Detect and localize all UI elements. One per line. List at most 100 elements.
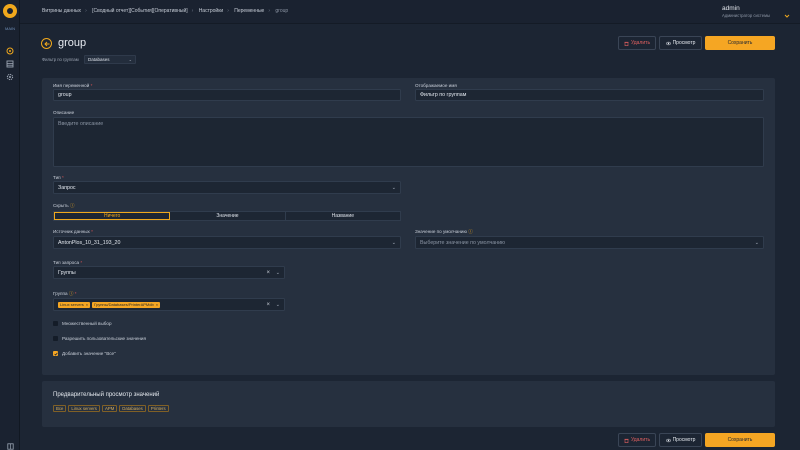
custom-values-label: Разрешить пользовательские значения <box>62 336 146 341</box>
remove-tag-icon[interactable]: × <box>86 302 88 307</box>
custom-values-checkbox[interactable]: Разрешить пользовательские значения <box>53 336 146 341</box>
sidebar-section-tag: MAIN <box>5 26 15 31</box>
multi-select-checkbox[interactable]: Множественный выбор <box>53 321 112 326</box>
delete-button[interactable]: Удалить <box>618 36 656 50</box>
breadcrumb-current: group <box>275 8 289 14</box>
description-label: Описание <box>53 110 75 115</box>
type-label: Тип * <box>53 175 64 180</box>
var-name-value: group <box>58 92 72 98</box>
group-tag-label: Группы/Databases/PrinterAPMdb <box>94 302 154 307</box>
chevron-down-icon: ⌄ <box>391 184 396 191</box>
database-icon[interactable] <box>6 60 14 68</box>
hide-option-value[interactable]: Значение <box>170 212 286 220</box>
var-name-label: Имя переменной * <box>53 83 93 88</box>
datasource-label: Источник данных * <box>53 229 93 234</box>
eye-icon <box>665 41 671 45</box>
group-multiselect[interactable]: Linux servers × Группы/Databases/PrinterA… <box>53 298 285 311</box>
group-tag[interactable]: Группы/Databases/PrinterAPMdb × <box>92 301 161 308</box>
description-placeholder: Введите описание <box>58 121 104 127</box>
include-all-label: Добавить значение "Все" <box>62 351 116 356</box>
hide-option-name[interactable]: Название <box>286 212 400 220</box>
sidebar: MAIN <box>0 0 20 450</box>
datasource-select[interactable]: AntonPlos_10_31_193_20 ⌄ <box>53 236 401 249</box>
query-type-label: Тип запроса * <box>53 260 83 265</box>
back-button[interactable] <box>41 38 52 49</box>
preview-label: Просмотр <box>672 437 696 443</box>
preview-value-chip: APM <box>101 405 118 412</box>
trash-icon <box>624 41 629 46</box>
page-title: group <box>58 37 87 49</box>
remove-tag-icon[interactable]: × <box>156 302 158 307</box>
save-label: Сохранить <box>727 437 753 443</box>
group-tag-label: Linux servers <box>60 302 84 307</box>
default-value-label: Значение по умолчанию ⓘ <box>415 229 473 234</box>
include-all-checkbox[interactable]: Добавить значение "Все" <box>53 351 116 356</box>
chevron-down-icon[interactable]: ⌄ <box>276 270 280 276</box>
preview-value-chip: Все <box>53 405 67 412</box>
query-type-value: Группы <box>58 269 76 276</box>
user-name: admin <box>722 5 740 12</box>
datasource-value: AntonPlos_10_31_193_20 <box>58 239 121 246</box>
hide-segmented-control: Ничего Значение Название <box>53 211 401 221</box>
description-textarea[interactable]: Введите описание <box>53 117 764 167</box>
delete-label: Удалить <box>630 437 651 443</box>
display-name-input[interactable]: Фильтр по группам <box>415 89 764 101</box>
default-value-select[interactable]: Выберите значение по умолчанию ⌄ <box>415 236 764 249</box>
breadcrumb-item[interactable]: Витрины данных <box>42 8 81 14</box>
breadcrumb: Витрины данных › [Сводный отчет][События]… <box>42 8 289 14</box>
preview-values: Все Linux servers APM Databases Printers <box>53 405 169 412</box>
delete-button-bottom[interactable]: Удалить <box>618 433 656 447</box>
breadcrumb-item[interactable]: Настройки <box>199 8 224 14</box>
chevron-down-icon[interactable]: ⌄ <box>276 302 280 308</box>
multi-select-label: Множественный выбор <box>62 321 112 326</box>
save-label: Сохранить <box>727 40 753 46</box>
save-button[interactable]: Сохранить <box>705 36 775 50</box>
preview-button[interactable]: Просмотр <box>659 36 702 50</box>
group-label: Группа ⓘ * <box>53 291 77 296</box>
preview-button-bottom[interactable]: Просмотр <box>659 433 702 447</box>
var-name-input[interactable]: group <box>53 89 401 101</box>
app-window: MAIN Витрины данных › [Сводный отчет][Соб… <box>0 0 800 450</box>
breadcrumb-item[interactable]: [Сводный отчет][События][Оперативный] <box>92 8 188 14</box>
trash-icon <box>624 438 629 443</box>
group-tag[interactable]: Linux servers × <box>58 301 91 308</box>
hide-label: Скрыть ⓘ <box>53 203 75 208</box>
clear-icon[interactable]: × <box>266 302 270 308</box>
checkbox-box-checked[interactable] <box>53 351 58 356</box>
user-role: Администратор системы <box>722 13 770 18</box>
chevron-down-icon: ⌄ <box>128 57 132 62</box>
help-book-icon[interactable] <box>7 437 14 450</box>
checkbox-box[interactable] <box>53 336 58 341</box>
gear-icon[interactable] <box>6 73 14 81</box>
breadcrumb-item[interactable]: Переменные <box>234 8 264 14</box>
save-button-bottom[interactable]: Сохранить <box>705 433 775 447</box>
preview-value-chip: Printers <box>147 405 169 412</box>
type-select[interactable]: Запрос ⌄ <box>53 181 401 194</box>
preview-title: Предварительный просмотр значений <box>53 392 160 398</box>
filter-label: Фильтр по группам <box>42 57 79 62</box>
display-name-label: Отображаемое имя <box>415 83 457 88</box>
display-name-value: Фильтр по группам <box>420 92 467 98</box>
hide-option-nothing[interactable]: Ничего <box>54 212 171 220</box>
arrow-left-icon <box>43 41 49 46</box>
chevron-down-icon: ⌄ <box>391 239 396 246</box>
delete-label: Удалить <box>630 40 651 46</box>
chevron-down-icon: ⌄ <box>754 239 759 246</box>
chevron-down-icon[interactable] <box>784 6 790 18</box>
preview-label: Просмотр <box>672 40 696 46</box>
preview-value-chip: Linux servers <box>68 405 100 412</box>
logo-icon[interactable] <box>3 4 17 18</box>
group-filter-select[interactable]: Databases ⌄ <box>84 55 136 64</box>
checkmark-icon <box>53 352 58 356</box>
checkbox-box[interactable] <box>53 321 58 326</box>
default-value-placeholder: Выберите значение по умолчанию <box>420 239 506 246</box>
dashboard-icon[interactable] <box>6 47 14 55</box>
query-type-select[interactable]: Группы × ⌄ <box>53 266 285 279</box>
preview-panel <box>42 381 775 427</box>
group-filter-value: Databases <box>88 57 110 62</box>
clear-icon[interactable]: × <box>266 270 270 276</box>
eye-icon <box>665 438 671 442</box>
type-value: Запрос <box>58 184 76 191</box>
preview-value-chip: Databases <box>119 405 146 412</box>
user-menu[interactable]: admin Администратор системы <box>722 5 770 18</box>
